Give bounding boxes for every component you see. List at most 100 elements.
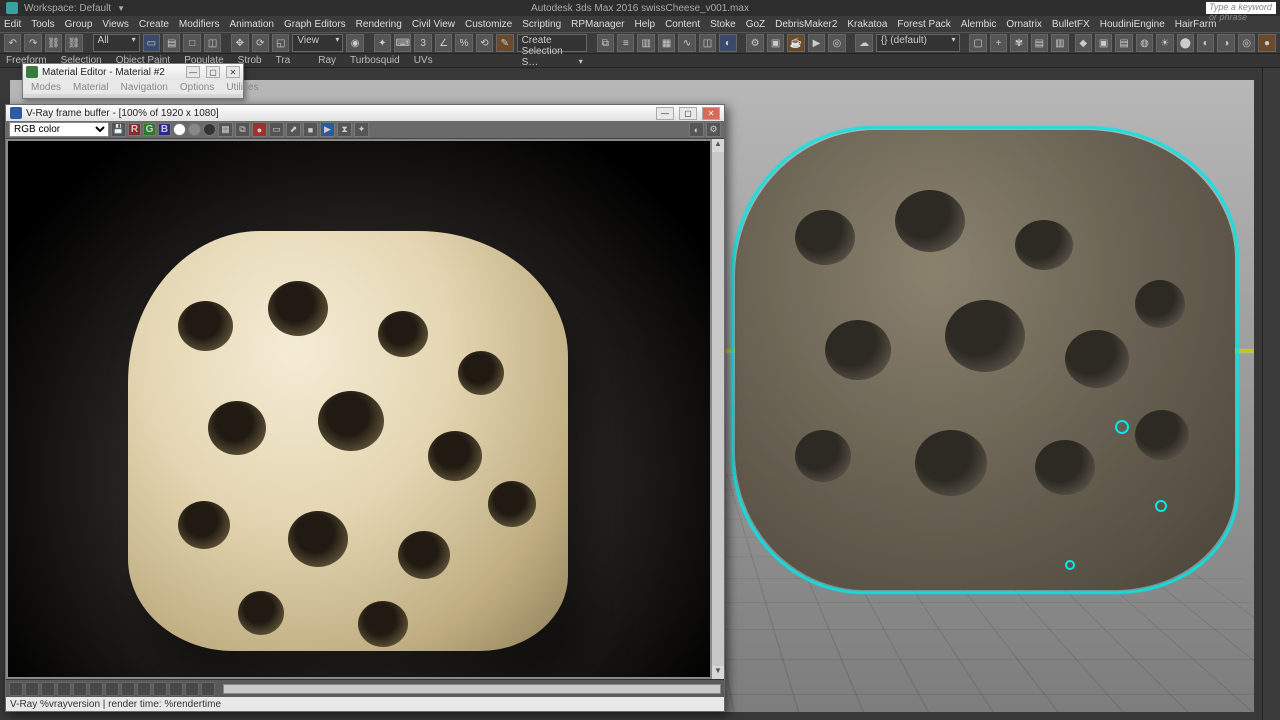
region-render-icon[interactable]: ▭: [269, 122, 284, 137]
layer-explorer-icon[interactable]: ▥: [637, 34, 654, 52]
vfb-minimize-button[interactable]: —: [656, 107, 674, 120]
plugin9-icon[interactable]: ◎: [1238, 34, 1255, 52]
menu-forest-pack[interactable]: Forest Pack: [897, 19, 950, 30]
snap-toggle-icon[interactable]: 3: [414, 34, 431, 52]
mat-menu-utilities[interactable]: Utilities: [226, 82, 258, 93]
schematic-view-icon[interactable]: ◫: [699, 34, 716, 52]
mono-channel-button[interactable]: [173, 123, 186, 136]
search-input[interactable]: Type a keyword or phrase: [1206, 2, 1276, 14]
vray-frame-buffer-window[interactable]: V-Ray frame buffer - [100% of 1920 x 108…: [5, 104, 725, 712]
link-icon[interactable]: ⛓: [45, 34, 62, 52]
plugin1-icon[interactable]: ◆: [1075, 34, 1092, 52]
scroll-up-icon[interactable]: ▲: [712, 139, 724, 152]
create-selection-dropdown[interactable]: Create Selection S…: [517, 34, 587, 52]
percent-snap-icon[interactable]: %: [455, 34, 472, 52]
vfb-vertical-scrollbar[interactable]: ▲ ▼: [711, 139, 724, 679]
menu-help[interactable]: Help: [635, 19, 656, 30]
menu-views[interactable]: Views: [102, 19, 129, 30]
vfb-channel-select[interactable]: RGB color: [9, 122, 109, 137]
pivot-icon[interactable]: ◉: [346, 34, 363, 52]
window-crossing-icon[interactable]: ◫: [204, 34, 221, 52]
autodesk360-icon[interactable]: ☁: [855, 34, 872, 52]
menu-rendering[interactable]: Rendering: [356, 19, 402, 30]
mat-menu-navigation[interactable]: Navigation: [121, 82, 168, 93]
menu-create[interactable]: Create: [139, 19, 169, 30]
selected-mesh-model[interactable]: [735, 130, 1235, 590]
mirror-icon[interactable]: ⧉: [597, 34, 614, 52]
menu-tools[interactable]: Tools: [31, 19, 54, 30]
select-by-name-icon[interactable]: ▤: [163, 34, 180, 52]
edit-named-sel-icon[interactable]: ✎: [496, 34, 513, 52]
menu-content[interactable]: Content: [665, 19, 700, 30]
menu-krakatoa[interactable]: Krakatoa: [847, 19, 887, 30]
menu-stoke[interactable]: Stoke: [710, 19, 736, 30]
scroll-down-icon[interactable]: ▼: [712, 666, 724, 679]
duplicate-icon[interactable]: ⧉: [235, 122, 250, 137]
keyboard-shortcut-icon[interactable]: ⌨: [394, 34, 411, 52]
color-corrections-icon[interactable]: ◐: [689, 122, 704, 137]
rect-select-icon[interactable]: □: [183, 34, 200, 52]
plugin5-icon[interactable]: ☀: [1156, 34, 1173, 52]
vfb-bb-3-icon[interactable]: [41, 682, 55, 696]
command-panel-strip[interactable]: [1262, 68, 1280, 720]
menu-modifiers[interactable]: Modifiers: [179, 19, 220, 30]
stop-render-icon[interactable]: ■: [303, 122, 318, 137]
track-mouse-icon[interactable]: ●: [252, 122, 267, 137]
ribbon-uvs[interactable]: UVs: [414, 55, 433, 66]
plus-icon[interactable]: +: [990, 34, 1007, 52]
render-last-icon[interactable]: ▶: [320, 122, 335, 137]
blue-channel-button[interactable]: B: [158, 123, 171, 136]
chevron-down-icon[interactable]: ▼: [117, 4, 125, 13]
vfb-lens-effects-icon[interactable]: ✦: [354, 122, 369, 137]
save-image-icon[interactable]: 💾: [111, 122, 126, 137]
menu-edit[interactable]: Edit: [4, 19, 21, 30]
menu-rpmanager[interactable]: RPManager: [571, 19, 624, 30]
material-editor-icon[interactable]: ◐: [719, 34, 736, 52]
menu-goz[interactable]: GoZ: [746, 19, 765, 30]
clear-image-icon[interactable]: ▦: [218, 122, 233, 137]
ref-coord-dropdown[interactable]: View: [292, 34, 343, 52]
menu-group[interactable]: Group: [65, 19, 93, 30]
plugin8-icon[interactable]: ◑: [1217, 34, 1234, 52]
rendered-image[interactable]: [8, 141, 710, 677]
plugin4-icon[interactable]: ◍: [1136, 34, 1153, 52]
menu-civil-view[interactable]: Civil View: [412, 19, 455, 30]
vfb-history-icon[interactable]: ⧗: [337, 122, 352, 137]
menu-scripting[interactable]: Scripting: [522, 19, 561, 30]
menu-ornatrix[interactable]: Ornatrix: [1006, 19, 1042, 30]
move-icon[interactable]: ✥: [231, 34, 248, 52]
vfb-settings-icon[interactable]: ⚙: [706, 122, 721, 137]
menu-graph-editors[interactable]: Graph Editors: [284, 19, 346, 30]
toggle-ribbon-icon[interactable]: ▦: [658, 34, 675, 52]
rotate-icon[interactable]: ⟳: [252, 34, 269, 52]
selection-filter-dropdown[interactable]: All: [93, 34, 140, 52]
minimize-button[interactable]: —: [186, 66, 200, 78]
vray-vfb-icon[interactable]: ▢: [969, 34, 986, 52]
menu-alembic[interactable]: Alembic: [961, 19, 997, 30]
ornatrix-icon[interactable]: ✾: [1010, 34, 1027, 52]
mat-menu-modes[interactable]: Modes: [31, 82, 61, 93]
plugin6-icon[interactable]: ⬤: [1177, 34, 1194, 52]
extra2-icon[interactable]: ▥: [1051, 34, 1068, 52]
menu-debrismaker2[interactable]: DebrisMaker2: [775, 19, 837, 30]
close-button[interactable]: ✕: [226, 66, 240, 78]
vfb-bb-8-icon[interactable]: [121, 682, 135, 696]
menu-customize[interactable]: Customize: [465, 19, 512, 30]
maximize-button[interactable]: ▢: [206, 66, 220, 78]
render-setup-icon[interactable]: ⚙: [746, 34, 763, 52]
vfb-bb-5-icon[interactable]: [73, 682, 87, 696]
plugin3-icon[interactable]: ▤: [1115, 34, 1132, 52]
vfb-bb-4-icon[interactable]: [57, 682, 71, 696]
extra1-icon[interactable]: ▤: [1031, 34, 1048, 52]
menu-houdiniengine[interactable]: HoudiniEngine: [1100, 19, 1165, 30]
plugin10-icon[interactable]: ●: [1258, 34, 1275, 52]
workspace-label[interactable]: Workspace: Default: [24, 3, 111, 14]
render-production-icon[interactable]: ☕: [787, 34, 804, 52]
vfb-maximize-button[interactable]: ▢: [679, 107, 697, 120]
mat-menu-options[interactable]: Options: [180, 82, 214, 93]
vfb-bb-10-icon[interactable]: [153, 682, 167, 696]
link-pdplayer-icon[interactable]: ⬈: [286, 122, 301, 137]
ribbon-ray[interactable]: Ray: [318, 55, 336, 66]
vfb-bb-7-icon[interactable]: [105, 682, 119, 696]
vfb-bb-2-icon[interactable]: [25, 682, 39, 696]
